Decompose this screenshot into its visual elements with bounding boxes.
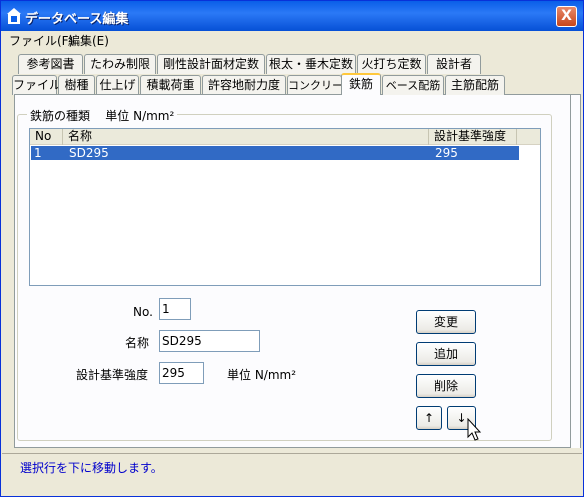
menu-edit[interactable]: 編集(E) — [68, 32, 109, 49]
name-label: 名称 — [125, 336, 150, 350]
row-no: 1 — [34, 146, 42, 160]
group-title: 鉄筋の種類 単位 N/mm² — [27, 107, 178, 124]
tab-row-2-right: 鉄筋 ベース配筋 主筋配筋 — [1, 73, 584, 95]
tab-joist-rafter-constants[interactable]: 根太・垂木定数 — [266, 54, 356, 74]
table-row[interactable]: 1 SD295 295 — [31, 146, 519, 160]
tab-main-rebar[interactable]: 主筋配筋 — [445, 75, 505, 95]
tab-deflection-limit[interactable]: たわみ制限 — [84, 54, 156, 74]
tab-reference-books[interactable]: 参考図書 — [18, 54, 83, 74]
name-field[interactable]: SD295 — [159, 330, 260, 352]
close-button[interactable]: X — [556, 6, 577, 27]
row-strength: 295 — [435, 146, 458, 160]
menu-file[interactable]: ファイル(F) — [9, 32, 73, 49]
list-header: No 名称 設計基準強度 — [30, 129, 540, 145]
status-text: 選択行を下に移動します。 — [20, 461, 163, 475]
home-icon — [7, 8, 21, 24]
panel-edge — [571, 94, 581, 448]
tab-base-rebar[interactable]: ベース配筋 — [382, 75, 444, 95]
delete-button[interactable]: 削除 — [416, 374, 476, 398]
tab-rigid-panel-constants[interactable]: 剛性設計面材定数 — [157, 54, 265, 74]
group-unit: 単位 N/mm² — [105, 109, 175, 123]
mouse-cursor-icon — [467, 418, 482, 441]
add-button[interactable]: 追加 — [416, 342, 476, 366]
tab-row-1: 参考図書 たわみ制限 剛性設計面材定数 根太・垂木定数 火打ち定数 設計者 — [1, 54, 584, 74]
column-name[interactable]: 名称 — [63, 129, 429, 145]
window-title: データベース編集 — [25, 12, 129, 27]
title-bar[interactable]: データベース編集 X — [1, 1, 583, 31]
strength-label: 設計基準強度 — [76, 368, 149, 382]
strength-unit: 単位 N/mm² — [227, 368, 297, 382]
move-up-button[interactable]: ↑ — [416, 406, 442, 430]
tab-rebar[interactable]: 鉄筋 — [341, 73, 381, 95]
row-name: SD295 — [69, 146, 109, 160]
strength-field[interactable]: 295 — [159, 362, 204, 384]
column-no[interactable]: No — [30, 129, 63, 145]
no-label: No. — [133, 305, 153, 319]
status-bar: 選択行を下に移動します。 — [2, 453, 582, 496]
rebar-list[interactable]: No 名称 設計基準強度 1 SD295 295 — [29, 128, 541, 286]
database-edit-window: データベース編集 X ファイル(F) 編集(E) 参考図書 たわみ制限 剛性設計… — [0, 0, 584, 497]
menu-bar: ファイル(F) 編集(E) — [1, 31, 583, 49]
column-strength[interactable]: 設計基準強度 — [429, 129, 517, 145]
tab-brace-constants[interactable]: 火打ち定数 — [357, 54, 426, 74]
tab-designer[interactable]: 設計者 — [427, 54, 481, 74]
no-field[interactable]: 1 — [159, 298, 191, 320]
change-button[interactable]: 変更 — [416, 310, 476, 334]
